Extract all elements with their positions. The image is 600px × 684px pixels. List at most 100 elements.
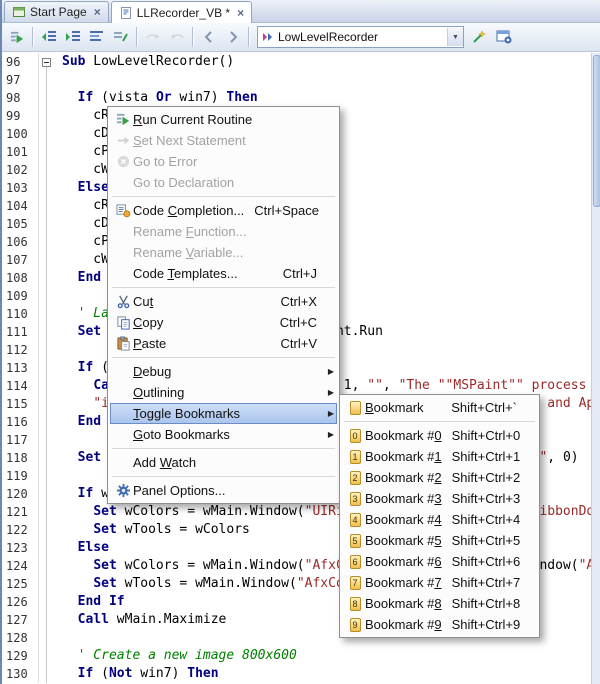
menu-item-code-templates[interactable]: Code Templates...Ctrl+J (110, 263, 337, 284)
fold-margin (38, 287, 55, 305)
menu-item-bookmark-5[interactable]: 5Bookmark #5Shift+Ctrl+5 (342, 530, 537, 551)
line-number: 125 (2, 575, 38, 593)
line-number: 127 (2, 611, 38, 629)
code-segment: If (78, 360, 94, 375)
code-segment: Or (156, 90, 172, 105)
menu-item-cut[interactable]: CutCtrl+X (110, 291, 337, 312)
tab-close-icon[interactable]: × (237, 6, 244, 20)
tab-llrecorder-vb[interactable]: LLRecorder_VB *× (111, 1, 252, 23)
code-segment (62, 522, 93, 537)
fold-line (46, 359, 47, 377)
fold-margin (38, 575, 55, 593)
menu-item-bookmark-9[interactable]: 9Bookmark #9Shift+Ctrl+9 (342, 614, 537, 635)
fold-line (46, 449, 47, 467)
bookmark-icon: 1 (350, 450, 361, 464)
menu-item-paste[interactable]: PasteCtrl+V (110, 333, 337, 354)
code-text: If (vista Or win7) Then (55, 89, 258, 107)
code-text (55, 629, 62, 647)
menu-item-debug[interactable]: Debug▶ (110, 361, 337, 382)
line-number: 112 (2, 341, 38, 359)
menu-item-add-watch[interactable]: Add Watch (110, 452, 337, 473)
code-segment: "" (367, 378, 383, 393)
line-number: 126 (2, 593, 38, 611)
format-indent-right-button[interactable] (61, 26, 85, 48)
syntax-check-button[interactable] (468, 26, 492, 48)
fold-margin (38, 251, 55, 269)
nav-forward-button[interactable] (221, 26, 245, 48)
code-segment: Then (226, 90, 257, 105)
menu-shortcut: Shift+Ctrl+8 (452, 596, 529, 611)
menu-item-bookmark-0[interactable]: 0Bookmark #0Shift+Ctrl+0 (342, 425, 537, 446)
tab-close-icon[interactable]: × (94, 5, 101, 19)
code-segment: , (547, 450, 563, 465)
menu-item-bookmark-1[interactable]: 1Bookmark #1Shift+Ctrl+1 (342, 446, 537, 467)
menu-separator (112, 476, 335, 477)
fold-collapse-icon[interactable] (42, 58, 51, 67)
routine-combobox[interactable]: LowLevelRecorder▼ (257, 26, 464, 48)
nav-back-button[interactable] (197, 26, 221, 48)
menu-item-outlining[interactable]: Outlining▶ (110, 382, 337, 403)
comment-lines-button[interactable] (109, 26, 133, 48)
menu-item-run-current-routine[interactable]: Run Current Routine (110, 109, 337, 130)
bookmark-icon: 5 (350, 534, 361, 548)
tab-start-page[interactable]: Start Page× (4, 1, 109, 22)
fold-margin (38, 413, 55, 431)
menu-shortcut: Shift+Ctrl+5 (452, 533, 529, 548)
fold-line (46, 539, 47, 557)
bookmark-icon: 0 (350, 429, 361, 443)
run-routine-icon (113, 112, 133, 127)
scrollbar-thumb[interactable] (593, 55, 600, 207)
copy-icon (113, 315, 133, 330)
format-indent-left-button[interactable] (37, 26, 61, 48)
fold-line (46, 179, 47, 197)
fold-line (46, 341, 47, 359)
menu-item-panel-options[interactable]: Panel Options... (110, 480, 337, 501)
fold-margin (38, 521, 55, 539)
fold-margin (38, 125, 55, 143)
menu-item-label: Bookmark #0 (365, 428, 442, 443)
menu-item-bookmark-3[interactable]: 3Bookmark #3Shift+Ctrl+3 (342, 488, 537, 509)
bookmark-icon: 7 (350, 576, 361, 590)
menu-item-label: Bookmark #1 (365, 449, 442, 464)
line-number: 104 (2, 197, 38, 215)
line-number: 123 (2, 539, 38, 557)
menu-item-bookmark-2[interactable]: 2Bookmark #2Shift+Ctrl+2 (342, 467, 537, 488)
fold-line (46, 485, 47, 503)
menu-item-copy[interactable]: CopyCtrl+C (110, 312, 337, 333)
menu-item-bookmark[interactable]: BookmarkShift+Ctrl+` (342, 397, 537, 418)
format-lines-button[interactable] (85, 26, 109, 48)
menu-item-label: Rename Function... (133, 224, 307, 239)
menu-item-bookmark-8[interactable]: 8Bookmark #8Shift+Ctrl+8 (342, 593, 537, 614)
code-segment (62, 666, 78, 681)
fold-margin (38, 503, 55, 521)
run-routine-button[interactable] (5, 26, 29, 48)
fold-line (46, 215, 47, 233)
fold-line (46, 305, 47, 323)
menu-item-bookmark-7[interactable]: 7Bookmark #7Shift+Ctrl+7 (342, 572, 537, 593)
menu-item-go-to-error: Go to Error (110, 151, 337, 172)
code-segment: , (352, 378, 368, 393)
line-number: 120 (2, 485, 38, 503)
menu-shortcut: Ctrl+X (281, 294, 325, 309)
code-segment (62, 486, 78, 501)
menu-item-bookmark-6[interactable]: 6Bookmark #6Shift+Ctrl+6 (342, 551, 537, 572)
code-segment: , (383, 378, 399, 393)
code-segment: ( (93, 666, 109, 681)
fold-margin (38, 377, 55, 395)
dropdown-arrow-icon[interactable]: ▼ (447, 28, 463, 46)
fold-line (46, 503, 47, 521)
menu-item-code-completion[interactable]: Code Completion...Ctrl+Space (110, 200, 337, 221)
toolbar-separator (248, 27, 250, 47)
menu-item-bookmark-4[interactable]: 4Bookmark #4Shift+Ctrl+4 (342, 509, 537, 530)
panel-options-button[interactable] (492, 26, 516, 48)
fold-margin (38, 629, 55, 647)
code-segment (62, 414, 78, 429)
menu-item-label: Bookmark #4 (365, 512, 442, 527)
fold-margin (38, 557, 55, 575)
menu-item-goto-bookmarks[interactable]: Goto Bookmarks▶ (110, 424, 337, 445)
menu-item-label: Rename Variable... (133, 245, 307, 260)
code-segment: Set (78, 324, 101, 339)
menu-item-toggle-bookmarks[interactable]: Toggle Bookmarks▶ (110, 403, 337, 424)
vertical-scrollbar[interactable] (591, 53, 600, 684)
menu-shortcut: Shift+Ctrl+9 (452, 617, 529, 632)
